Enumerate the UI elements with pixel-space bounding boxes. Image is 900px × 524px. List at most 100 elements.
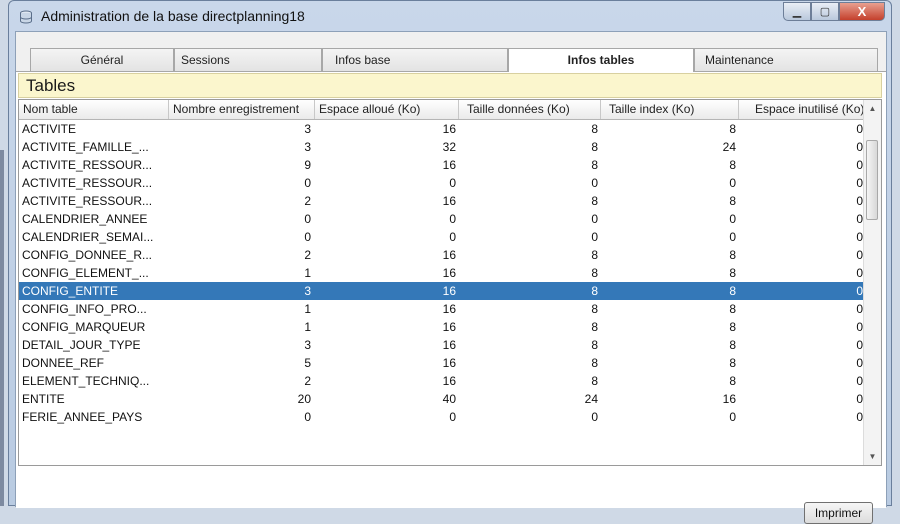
maximize-icon: ▢ xyxy=(819,6,831,18)
tab-infos-tables-label: Infos tables xyxy=(567,53,635,67)
table-cell: 0 xyxy=(591,230,598,244)
tab-general[interactable]: Général xyxy=(30,48,174,71)
table-cell: 0 xyxy=(856,374,863,388)
table-cell: 16 xyxy=(442,158,456,172)
title-bar[interactable]: Administration de la base directplanning… xyxy=(9,1,891,31)
tab-infos-base-label: Infos base xyxy=(335,53,391,67)
table-cell: 0 xyxy=(449,230,456,244)
table-cell: CONFIG_ELEMENT_... xyxy=(22,266,149,280)
table-row[interactable]: ACTIVITE_RESSOUR... 9 16 8 8 0 xyxy=(19,156,865,174)
print-button[interactable]: Imprimer xyxy=(804,502,873,524)
table-cell: ACTIVITE_RESSOUR... xyxy=(22,158,153,172)
table-cell: 8 xyxy=(729,356,736,370)
table-cell: 32 xyxy=(442,140,456,154)
tab-maintenance-label: Maintenance xyxy=(705,53,774,67)
close-icon: X xyxy=(857,4,867,19)
table-cell: CONFIG_MARQUEUR xyxy=(22,320,146,334)
table-cell: 8 xyxy=(729,158,736,172)
table-cell: 8 xyxy=(591,194,598,208)
table-cell: 0 xyxy=(729,410,736,424)
minimize-icon: ▁ xyxy=(792,6,802,18)
table-cell: 2 xyxy=(304,248,311,262)
table-cell: 16 xyxy=(442,194,456,208)
table-cell: 0 xyxy=(304,230,311,244)
table-row[interactable]: CONFIG_INFO_PRO... 1 16 8 8 0 xyxy=(19,300,865,318)
maximize-button[interactable]: ▢ xyxy=(811,2,839,21)
table-cell: 20 xyxy=(297,392,311,406)
tab-infos-base[interactable]: Infos base xyxy=(322,48,508,71)
scroll-up-icon[interactable]: ▲ xyxy=(864,100,881,117)
table-cell: ACTIVITE_RESSOUR... xyxy=(22,194,153,208)
scroll-down-icon[interactable]: ▼ xyxy=(864,448,881,465)
table-row[interactable]: CALENDRIER_SEMAI... 0 0 0 0 0 xyxy=(19,228,865,246)
table-cell: 0 xyxy=(449,212,456,226)
table-cell: 16 xyxy=(442,302,456,316)
column-header-nombre-enregistrement[interactable]: Nombre enregistrement xyxy=(169,100,315,119)
table-cell: 16 xyxy=(442,338,456,352)
tables-grid[interactable]: Nom table Nombre enregistrement Espace a… xyxy=(18,99,882,466)
table-cell: 8 xyxy=(591,356,598,370)
close-button[interactable]: X xyxy=(839,2,885,21)
table-cell: 8 xyxy=(591,320,598,334)
table-cell: 0 xyxy=(856,320,863,334)
table-cell: 8 xyxy=(591,158,598,172)
table-cell: 0 xyxy=(856,212,863,226)
table-row[interactable]: DETAIL_JOUR_TYPE 3 16 8 8 0 xyxy=(19,336,865,354)
tab-maintenance[interactable]: Maintenance xyxy=(694,48,878,71)
table-row[interactable]: DONNEE_REF 5 16 8 8 0 xyxy=(19,354,865,372)
table-cell: 8 xyxy=(729,338,736,352)
table-row[interactable]: FERIE_ANNEE_PAYS 0 0 0 0 0 xyxy=(19,408,865,426)
table-row[interactable]: CONFIG_ENTITE 3 16 8 8 0 xyxy=(19,282,865,300)
table-row[interactable]: CONFIG_DONNEE_R... 2 16 8 8 0 xyxy=(19,246,865,264)
table-row[interactable]: ENTITE 20 40 24 16 0 xyxy=(19,390,865,408)
table-cell: 3 xyxy=(304,140,311,154)
table-cell: 9 xyxy=(304,158,311,172)
table-cell: 0 xyxy=(856,158,863,172)
table-cell: 16 xyxy=(442,356,456,370)
table-cell: 0 xyxy=(304,410,311,424)
column-header-espace-inutilise[interactable]: Espace inutilisé (Ko) xyxy=(739,100,865,119)
table-row[interactable]: ACTIVITE_RESSOUR... 2 16 8 8 0 xyxy=(19,192,865,210)
table-row[interactable]: ELEMENT_TECHNIQ... 2 16 8 8 0 xyxy=(19,372,865,390)
section-header: Tables xyxy=(18,73,882,98)
column-header-taille-donnees[interactable]: Taille données (Ko) xyxy=(459,100,601,119)
table-cell: 0 xyxy=(856,338,863,352)
admin-window: Administration de la base directplanning… xyxy=(8,0,892,524)
table-cell: 16 xyxy=(442,284,456,298)
vertical-scrollbar[interactable]: ▲ ▼ xyxy=(863,100,881,465)
tab-sessions[interactable]: Sessions xyxy=(174,48,322,71)
table-cell: 0 xyxy=(856,140,863,154)
table-cell: ACTIVITE xyxy=(22,122,77,136)
table-row[interactable]: CONFIG_ELEMENT_... 1 16 8 8 0 xyxy=(19,264,865,282)
table-cell: 16 xyxy=(722,392,736,406)
table-cell: ACTIVITE_FAMILLE_... xyxy=(22,140,149,154)
column-header-espace-alloue[interactable]: Espace alloué (Ko) xyxy=(315,100,459,119)
table-cell: 0 xyxy=(856,248,863,262)
table-cell: 8 xyxy=(591,374,598,388)
table-row[interactable]: CONFIG_MARQUEUR 1 16 8 8 0 xyxy=(19,318,865,336)
minimize-button[interactable]: ▁ xyxy=(783,2,811,21)
table-cell: CALENDRIER_ANNEE xyxy=(22,212,148,226)
column-header-taille-index[interactable]: Taille index (Ko) xyxy=(601,100,739,119)
table-cell: ENTITE xyxy=(22,392,65,406)
table-cell: 8 xyxy=(729,266,736,280)
table-cell: 8 xyxy=(591,122,598,136)
table-row[interactable]: CALENDRIER_ANNEE 0 0 0 0 0 xyxy=(19,210,865,228)
scroll-thumb[interactable] xyxy=(866,140,878,220)
grid-rows: ACTIVITE 3 16 8 8 0 ACTIVITE_FAMILLE_... 3 32 8 24… xyxy=(19,120,865,426)
database-icon xyxy=(20,10,32,24)
table-row[interactable]: ACTIVITE_RESSOUR... 0 0 0 0 0 xyxy=(19,174,865,192)
table-cell: 2 xyxy=(304,374,311,388)
table-row[interactable]: ACTIVITE_FAMILLE_... 3 32 8 24 0 xyxy=(19,138,865,156)
table-cell: 16 xyxy=(442,266,456,280)
table-cell: 8 xyxy=(591,266,598,280)
table-row[interactable]: ACTIVITE 3 16 8 8 0 xyxy=(19,120,865,138)
column-header-nom-table[interactable]: Nom table xyxy=(19,100,169,119)
table-cell: 0 xyxy=(856,122,863,136)
table-cell: 16 xyxy=(442,122,456,136)
table-cell: 0 xyxy=(856,230,863,244)
tab-infos-tables[interactable]: Infos tables xyxy=(508,48,694,72)
section-title: Tables xyxy=(26,76,76,95)
table-cell: 0 xyxy=(729,176,736,190)
table-cell: 8 xyxy=(591,338,598,352)
